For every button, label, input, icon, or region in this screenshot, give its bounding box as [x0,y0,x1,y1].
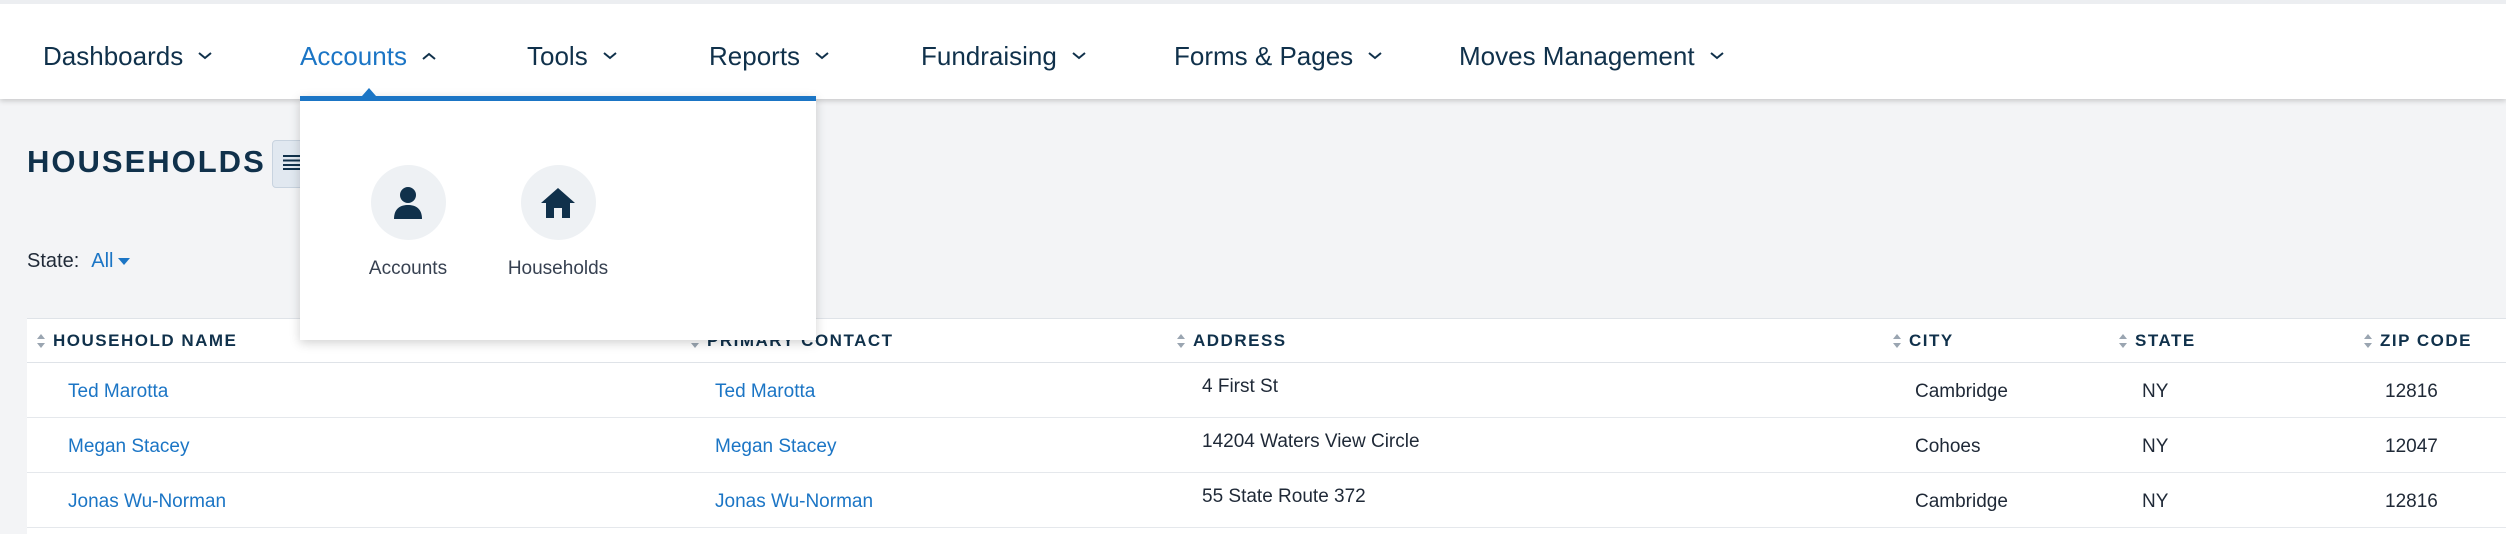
nav-moves-management[interactable]: Moves Management [1459,34,1725,78]
state-filter-label: State: [27,250,80,272]
column-label: STATE [2135,331,2196,350]
dropdown-item-households-label: Households [507,258,609,279]
dropdown-pointer [362,88,376,96]
nav-tools[interactable]: Tools [527,34,618,78]
person-icon [370,165,446,240]
top-navigation: Dashboards Accounts Tools Reports Fundra… [0,0,2506,99]
dropdown-item-accounts-label: Accounts [368,258,448,279]
accounts-dropdown-menu: Accounts Households [300,88,816,340]
table-row: Ted Marotta Ted Marotta 4 First St Cambr… [27,363,2506,418]
chevron-down-icon [814,51,830,61]
households-table: HOUSEHOLD NAME PRIMARY CONTACT ADDRESS C… [27,318,2506,534]
primary-contact-link[interactable]: Ted Marotta [715,381,815,403]
city-cell: Cambridge [1915,491,2008,512]
nav-accounts-label: Accounts [300,40,407,71]
state-cell: NY [2142,436,2169,457]
nav-forms-pages[interactable]: Forms & Pages [1174,34,1383,78]
list-icon [283,154,301,175]
chevron-down-icon [602,51,618,61]
primary-contact-link[interactable]: Jonas Wu-Norman [715,491,873,513]
chevron-down-icon [1367,51,1383,61]
address-cell: 14204 Waters View Circle [1202,431,1420,452]
state-cell: NY [2142,491,2169,512]
column-header-state[interactable]: STATE [2119,331,2196,351]
column-header-zip-code[interactable]: ZIP CODE [2364,331,2472,351]
chevron-down-icon [197,51,213,61]
nav-reports[interactable]: Reports [709,34,830,78]
nav-fundraising-label: Fundraising [921,40,1057,71]
address-cell: 4 First St [1202,376,1279,397]
nav-moves-management-label: Moves Management [1459,40,1695,71]
nav-tools-label: Tools [527,40,588,71]
zip-cell: 12047 [2385,436,2438,457]
column-header-city[interactable]: CITY [1893,331,1954,351]
nav-fundraising[interactable]: Fundraising [921,34,1087,78]
nav-forms-pages-label: Forms & Pages [1174,40,1354,71]
chevron-down-icon [1071,51,1087,61]
dropdown-item-households[interactable]: Households [498,165,618,280]
nav-accounts[interactable]: Accounts [300,34,437,78]
nav-dashboards-label: Dashboards [43,40,184,71]
state-cell: NY [2142,381,2169,402]
state-filter-dropdown[interactable]: All [91,250,130,273]
sort-icon [1893,334,1901,348]
household-name-link[interactable]: Megan Stacey [68,436,189,458]
caret-down-icon [117,257,130,265]
column-label: HOUSEHOLD NAME [53,331,238,350]
column-header-household-name[interactable]: HOUSEHOLD NAME [37,331,237,351]
page-title: HOUSEHOLDS [27,144,266,179]
dropdown-item-accounts[interactable]: Accounts [348,165,468,280]
home-icon [520,165,596,240]
nav-reports-label: Reports [709,40,801,71]
sort-icon [1177,334,1185,348]
chevron-down-icon [1709,51,1725,61]
household-name-link[interactable]: Jonas Wu-Norman [68,491,226,513]
table-row: Megan Stacey Megan Stacey 14204 Waters V… [27,418,2506,473]
zip-cell: 12816 [2385,491,2438,512]
sort-icon [2364,334,2372,348]
chevron-up-icon [421,51,437,61]
sort-icon [2119,334,2127,348]
column-label: CITY [1909,331,1954,350]
table-row: Jonas Wu-Norman Jonas Wu-Norman 55 State… [27,473,2506,528]
address-cell: 55 State Route 372 [1202,486,1366,507]
city-cell: Cohoes [1915,436,1981,457]
nav-dashboards[interactable]: Dashboards [43,34,213,78]
primary-contact-link[interactable]: Megan Stacey [715,436,836,458]
column-label: ADDRESS [1193,331,1287,350]
city-cell: Cambridge [1915,381,2008,402]
sort-icon [37,334,45,348]
zip-cell: 12816 [2385,381,2438,402]
column-header-address[interactable]: ADDRESS [1177,331,1287,351]
household-name-link[interactable]: Ted Marotta [68,381,168,403]
state-filter: State: All [27,250,130,273]
column-label: ZIP CODE [2380,331,2472,350]
state-filter-value: All [91,250,114,272]
